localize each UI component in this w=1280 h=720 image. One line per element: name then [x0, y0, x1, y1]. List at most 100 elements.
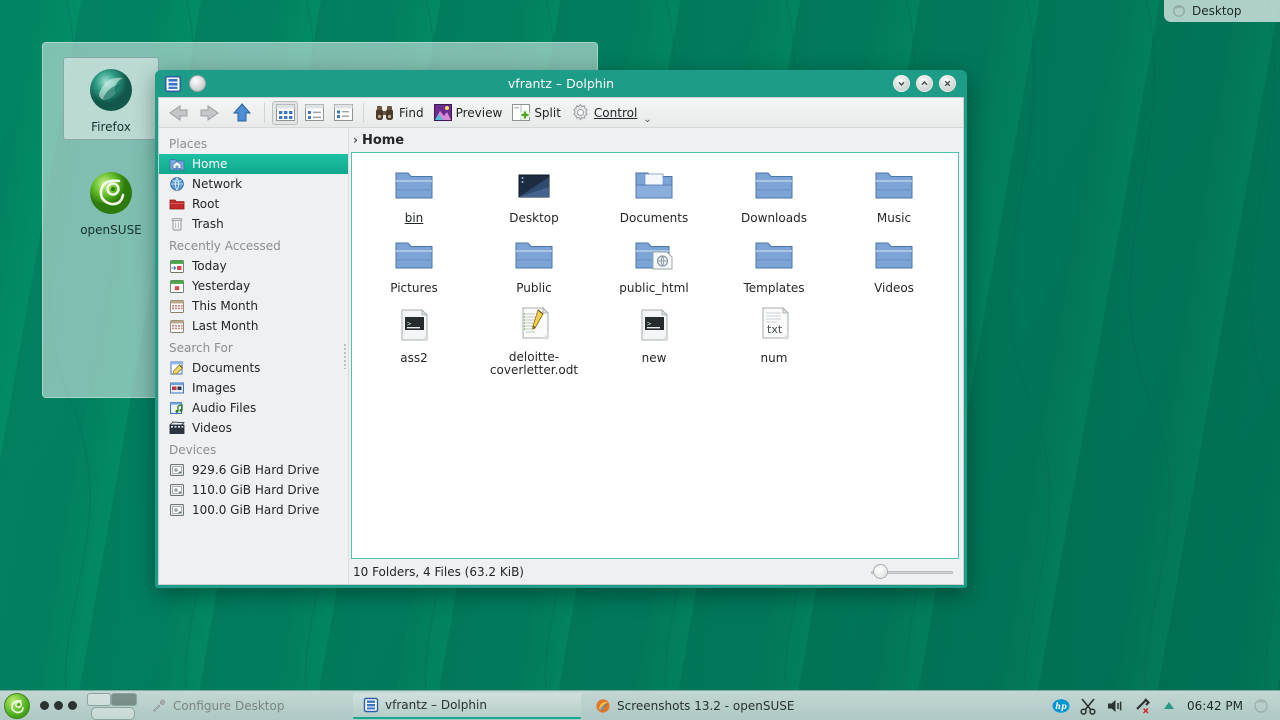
close-button[interactable]	[939, 75, 956, 92]
show-hidden-arrow-icon[interactable]	[1160, 697, 1178, 715]
window-buttons[interactable]	[893, 75, 964, 92]
file-item-templates[interactable]: Templates	[714, 231, 834, 301]
find-button[interactable]: Find	[371, 100, 428, 126]
pager-widget[interactable]	[87, 693, 137, 719]
dolphin-window[interactable]: vfrantz – Dolphin	[155, 70, 967, 588]
sidebar-item-label: 100.0 GiB Hard Drive	[192, 503, 319, 517]
desktop-icon-firefox[interactable]: Firefox	[63, 57, 159, 140]
zoom-slider[interactable]	[871, 564, 953, 580]
sidebar-item-this-month[interactable]: This Month	[159, 296, 348, 316]
file-item-deloitte-coverletter[interactable]: deloitte-coverletter.odt	[474, 301, 594, 383]
file-item-label: Templates	[743, 282, 804, 295]
sidebar-item-images[interactable]: Images	[159, 378, 348, 398]
dolphin-icon[interactable]	[164, 75, 182, 93]
documents-folder-icon	[596, 165, 712, 207]
file-item-public-html[interactable]: public_html	[594, 231, 714, 301]
maximize-button[interactable]	[916, 75, 933, 92]
firefox-icon	[595, 698, 611, 714]
file-item-ass2[interactable]: >_ ass2	[354, 301, 474, 383]
opensuse-icon	[63, 167, 159, 221]
desktop-folder-icon	[476, 165, 592, 207]
sidebar-item-yesterday[interactable]: Yesterday	[159, 276, 348, 296]
bluetooth-disabled-icon[interactable]	[1133, 697, 1151, 715]
zoom-slider-handle[interactable]	[873, 564, 888, 579]
clock[interactable]: 06:42 PM	[1187, 699, 1243, 713]
taskbar-item-firefox[interactable]: Screenshots 13.2 - openSUSE	[585, 693, 825, 719]
system-tray[interactable]: hp 06:42 PM	[1052, 697, 1276, 715]
window-titlebar[interactable]: vfrantz – Dolphin	[158, 70, 964, 97]
file-item-label: num	[761, 352, 788, 365]
application-launcher-button[interactable]	[4, 693, 30, 719]
view-mode-group[interactable]	[272, 101, 356, 125]
minimize-button[interactable]	[893, 75, 910, 92]
sidebar-item-drive-3[interactable]: 100.0 GiB Hard Drive	[159, 500, 348, 520]
dolphin-toolbar[interactable]: Find Preview Split	[159, 98, 963, 128]
desktop-icon-opensuse[interactable]: openSUSE	[63, 161, 159, 242]
sidebar-item-documents[interactable]: Documents	[159, 358, 348, 378]
blue-folder-icon	[356, 235, 472, 277]
taskbar-item-dolphin[interactable]: vfrantz – Dolphin	[353, 693, 581, 719]
taskbar-item-configure-desktop[interactable]: Configure Desktop	[141, 693, 349, 719]
activities-button[interactable]	[34, 701, 83, 710]
toolbar-overflow-button[interactable]: ⌄	[643, 114, 651, 127]
control-button[interactable]: Control	[567, 100, 641, 126]
sidebar-item-drive-1[interactable]: 929.6 GiB Hard Drive	[159, 460, 348, 480]
blue-folder-icon	[716, 235, 832, 277]
file-item-label: new	[642, 352, 667, 365]
sidebar-item-trash[interactable]: Trash	[159, 214, 348, 234]
breadcrumb[interactable]: › Home	[349, 128, 959, 152]
view-compact-button[interactable]	[301, 101, 327, 125]
file-item-bin[interactable]: bin	[354, 161, 474, 231]
hp-icon[interactable]: hp	[1052, 697, 1070, 715]
pager-desktop-2[interactable]	[111, 693, 137, 706]
sidebar-item-network[interactable]: Network	[159, 174, 348, 194]
places-group-title: Search For	[159, 336, 348, 358]
desktop-toolbox-button[interactable]: Desktop	[1164, 0, 1280, 22]
content-area: › Home	[349, 128, 963, 584]
sidebar-item-last-month[interactable]: Last Month	[159, 316, 348, 336]
file-item-desktop[interactable]: Desktop	[474, 161, 594, 231]
taskbar[interactable]: Configure Desktop vfrantz – Dolphin Scre…	[0, 690, 1280, 720]
sidebar-item-today[interactable]: Today	[159, 256, 348, 276]
file-item-videos[interactable]: Videos	[834, 231, 954, 301]
view-details-button[interactable]	[330, 101, 356, 125]
file-item-documents[interactable]: Documents	[594, 161, 714, 231]
breadcrumb-path[interactable]: Home	[362, 133, 404, 148]
sidebar-item-label: 110.0 GiB Hard Drive	[192, 483, 319, 497]
places-panel[interactable]: Places Home Network	[159, 128, 349, 584]
file-view[interactable]: bin	[351, 152, 959, 559]
file-item-new[interactable]: >_ new	[594, 301, 714, 383]
sidebar-item-videos[interactable]: Videos	[159, 418, 348, 438]
find-button-label: Find	[399, 106, 424, 120]
sidebar-resize-handle[interactable]	[343, 343, 348, 369]
sidebar-item-home[interactable]: Home	[159, 154, 348, 174]
file-item-music[interactable]: Music	[834, 161, 954, 231]
file-item-downloads[interactable]: Downloads	[714, 161, 834, 231]
forward-button[interactable]	[195, 100, 225, 126]
klipper-scissors-icon[interactable]	[1079, 697, 1097, 715]
sidebar-item-drive-2[interactable]: 110.0 GiB Hard Drive	[159, 480, 348, 500]
blue-folder-icon	[716, 165, 832, 207]
view-icons-button[interactable]	[272, 101, 298, 125]
up-button[interactable]	[227, 100, 257, 126]
sidebar-item-label: Last Month	[192, 319, 258, 333]
sidebar-item-root[interactable]: Root	[159, 194, 348, 214]
activities-dots-icon	[40, 701, 49, 710]
split-button[interactable]: Split	[508, 100, 565, 126]
calendar-today-icon	[169, 258, 185, 274]
preview-button[interactable]: Preview	[430, 100, 507, 126]
back-button[interactable]	[163, 100, 193, 126]
tray-edge-icon[interactable]	[1252, 697, 1270, 715]
file-item-num[interactable]: txt num	[714, 301, 834, 383]
pager-desktop-3[interactable]	[91, 707, 135, 720]
desktop-icon-label: openSUSE	[63, 223, 159, 242]
file-item-pictures[interactable]: Pictures	[354, 231, 474, 301]
window-menu-icon[interactable]	[189, 75, 206, 92]
pager-desktop-1[interactable]	[87, 693, 111, 706]
sidebar-item-audio-files[interactable]: Audio Files	[159, 398, 348, 418]
sidebar-item-label: Trash	[192, 217, 224, 231]
file-item-public[interactable]: Public	[474, 231, 594, 301]
places-group-title: Devices	[159, 438, 348, 460]
volume-icon[interactable]	[1106, 697, 1124, 715]
calendar-lastmonth-icon	[169, 318, 185, 334]
